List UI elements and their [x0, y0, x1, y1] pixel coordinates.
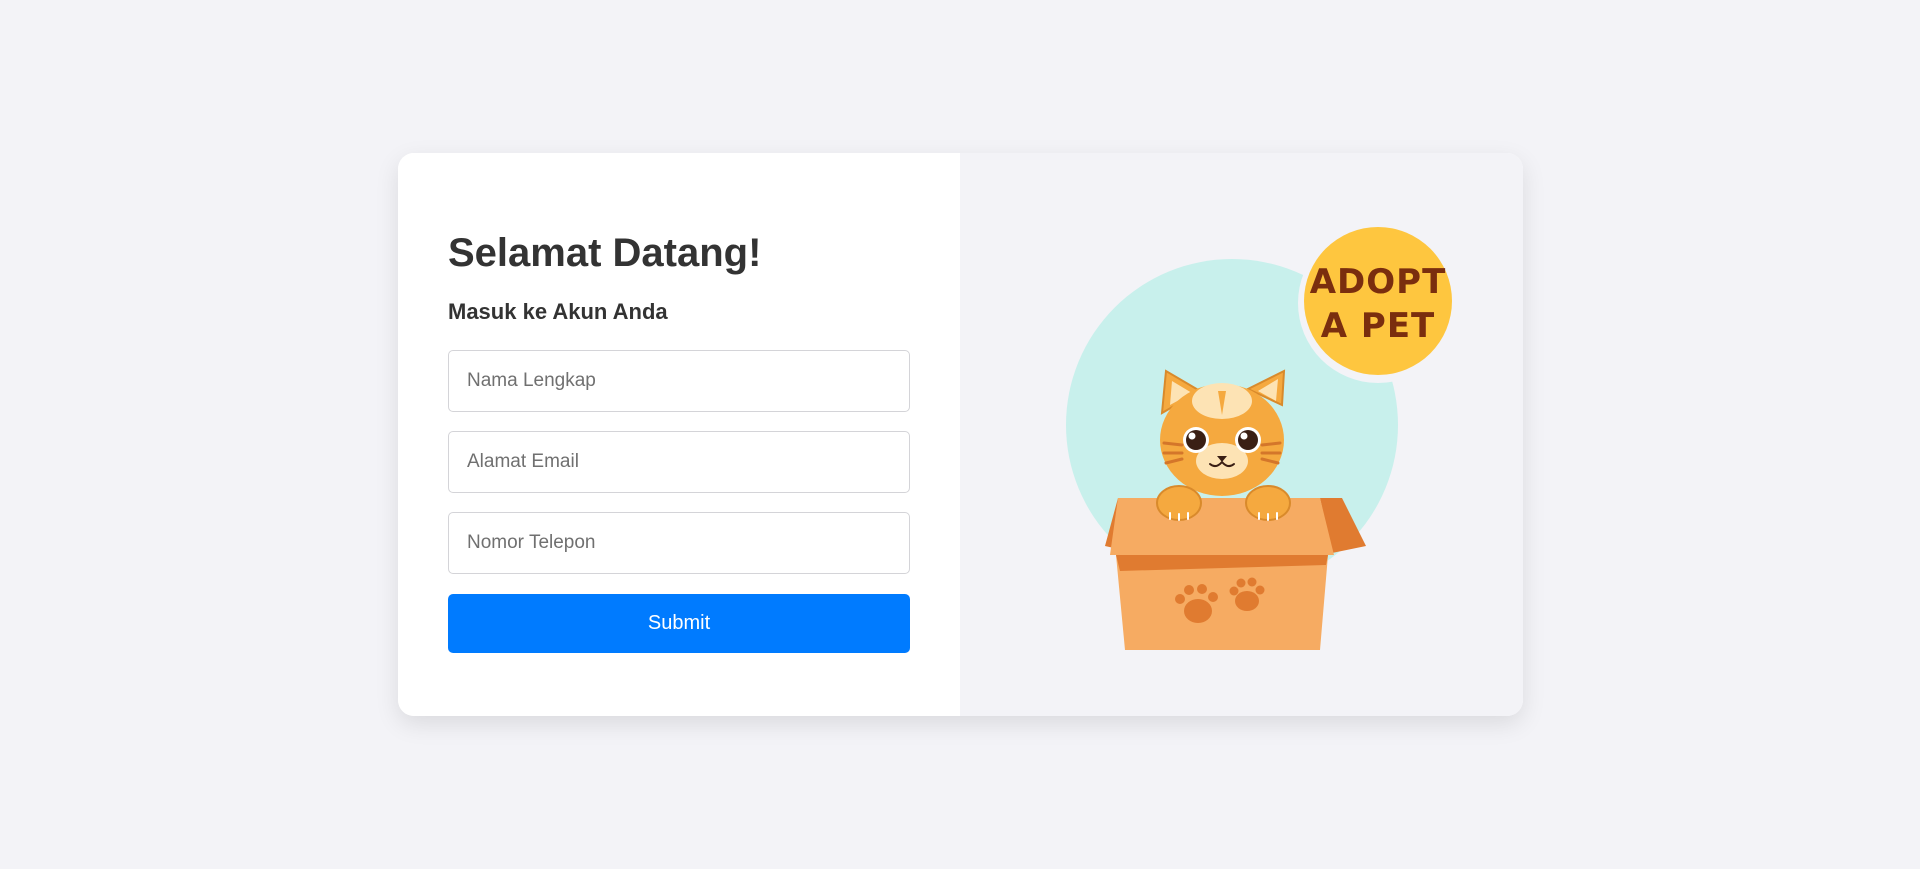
badge-text-line1: ADOPT — [1310, 262, 1447, 302]
page-title: Selamat Datang! — [448, 231, 762, 275]
adopt-badge: ADOPT A PET — [1298, 223, 1458, 383]
fullname-input[interactable] — [448, 350, 910, 412]
page-subtitle: Masuk ke Akun Anda — [448, 299, 668, 324]
submit-button[interactable]: Submit — [448, 594, 910, 653]
badge-text-line2: A PET — [1321, 306, 1436, 346]
illustration-panel: ADOPT A PET — [960, 153, 1523, 716]
login-card: Selamat Datang! Masuk ke Akun Anda Submi… — [398, 153, 1523, 716]
cat-icon — [1160, 369, 1286, 496]
box-icon — [1105, 485, 1366, 650]
cat-in-box-illustration: ADOPT A PET — [1066, 223, 1458, 650]
phone-input[interactable] — [448, 512, 910, 574]
email-input[interactable] — [448, 431, 910, 493]
form-panel: Selamat Datang! Masuk ke Akun Anda Submi… — [398, 153, 960, 716]
